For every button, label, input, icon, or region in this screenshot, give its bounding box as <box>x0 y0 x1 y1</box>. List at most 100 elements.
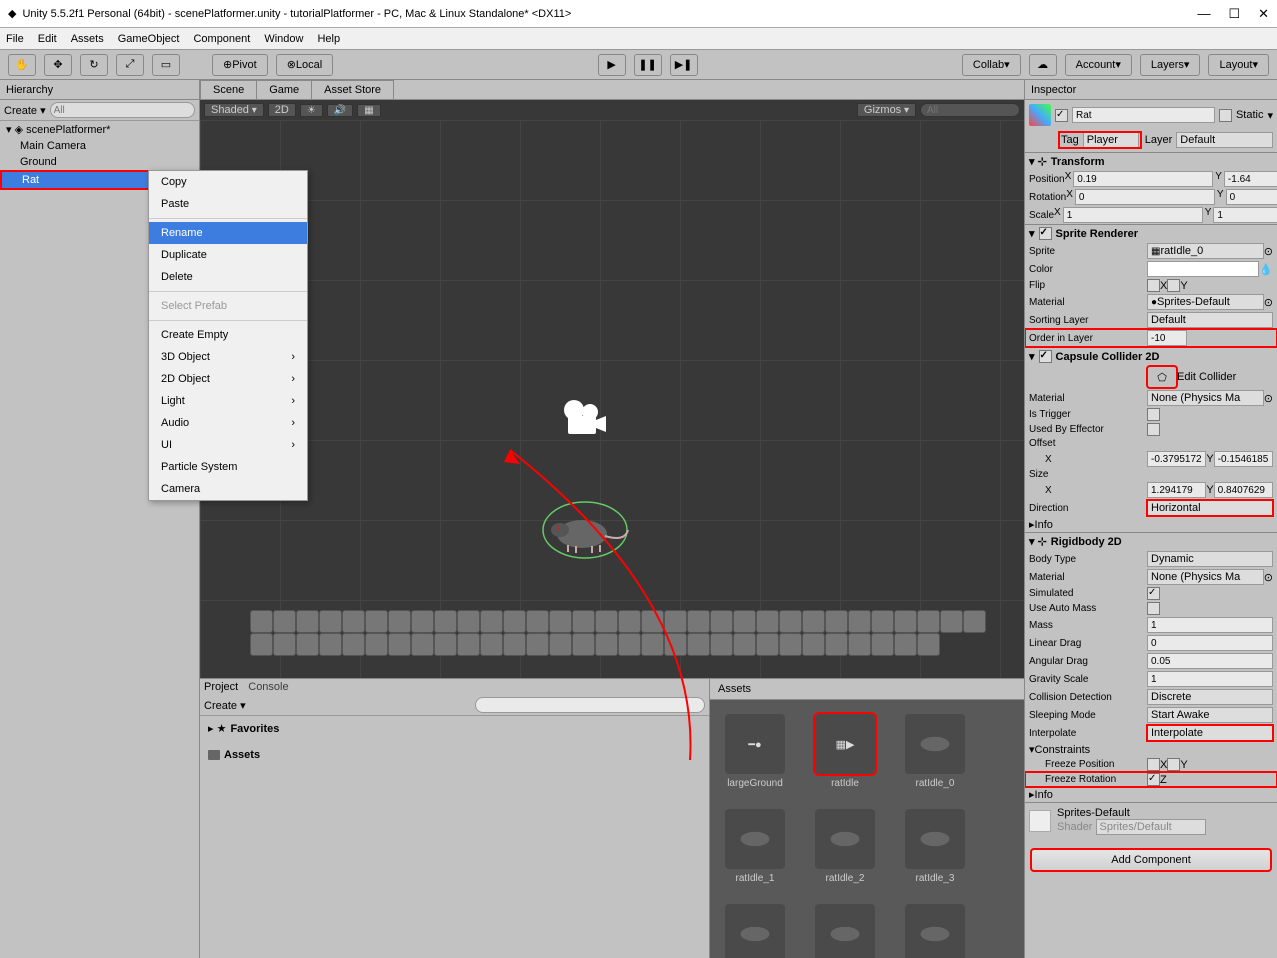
cm-paste[interactable]: Paste <box>149 193 307 215</box>
rotation-x[interactable] <box>1075 189 1215 205</box>
gizmos-dropdown[interactable]: Gizmos ▾ <box>857 103 916 117</box>
cm-2dobject[interactable]: 2D Object <box>149 368 307 390</box>
freeze-pos-x[interactable] <box>1147 758 1160 771</box>
size-x[interactable] <box>1147 482 1206 498</box>
create-dropdown[interactable]: Create ▾ <box>4 104 46 117</box>
effector-checkbox[interactable] <box>1147 423 1160 436</box>
asset-ratidle-0[interactable]: ratIdle_0 <box>900 714 970 789</box>
menu-help[interactable]: Help <box>317 33 340 45</box>
rat-sprite[interactable] <box>540 500 630 560</box>
scene-viewport[interactable] <box>200 120 1024 678</box>
gravity-field[interactable] <box>1147 671 1273 687</box>
assetstore-tab[interactable]: Asset Store <box>311 80 394 99</box>
hierarchy-search[interactable] <box>50 102 195 118</box>
asset-ratidle-2[interactable]: ratIdle_2 <box>810 809 880 884</box>
sr-enable[interactable] <box>1039 227 1052 240</box>
move-tool[interactable]: ✥ <box>44 54 72 76</box>
sprite-field[interactable]: ▦ratIdle_0 <box>1147 243 1264 259</box>
collab-dropdown[interactable]: Collab ▾ <box>962 54 1021 76</box>
cm-camera[interactable]: Camera <box>149 478 307 500</box>
game-tab[interactable]: Game <box>256 80 312 99</box>
cm-rename[interactable]: Rename <box>149 222 307 244</box>
cc-enable[interactable] <box>1039 350 1052 363</box>
scale-tool[interactable]: ⤢ <box>116 54 144 76</box>
collider-info[interactable]: Info <box>1035 519 1053 531</box>
istrigger-checkbox[interactable] <box>1147 408 1160 421</box>
hierarchy-item-ground[interactable]: Ground <box>0 154 199 170</box>
menu-edit[interactable]: Edit <box>38 33 57 45</box>
interpolate-dropdown[interactable]: Interpolate <box>1147 725 1273 741</box>
hierarchy-item-camera[interactable]: Main Camera <box>0 138 199 154</box>
static-checkbox[interactable] <box>1219 109 1232 122</box>
asset-ratidle-6[interactable]: ratIdle_6 <box>900 904 970 958</box>
cloud-button[interactable]: ☁ <box>1029 54 1057 76</box>
asset-ratidle-5[interactable]: ratIdle_5 <box>810 904 880 958</box>
cm-duplicate[interactable]: Duplicate <box>149 244 307 266</box>
material-field[interactable]: ●Sprites-Default <box>1147 294 1264 310</box>
cm-3dobject[interactable]: 3D Object <box>149 346 307 368</box>
inspector-tab[interactable]: Inspector <box>1031 84 1076 96</box>
asset-ratidle-1[interactable]: ratIdle_1 <box>720 809 790 884</box>
asset-ratidle-4[interactable]: ratIdle_4 <box>720 904 790 958</box>
close-button[interactable]: ✕ <box>1258 6 1269 22</box>
mass-field[interactable] <box>1147 617 1273 633</box>
cm-light[interactable]: Light <box>149 390 307 412</box>
position-y[interactable] <box>1224 171 1277 187</box>
hierarchy-tab[interactable]: Hierarchy <box>6 84 53 96</box>
menu-assets[interactable]: Assets <box>71 33 104 45</box>
project-search[interactable] <box>475 697 705 713</box>
flip-y[interactable] <box>1167 279 1180 292</box>
shaded-dropdown[interactable]: Shaded ▾ <box>204 103 264 117</box>
assets-folder[interactable]: Assets <box>204 747 705 763</box>
cm-copy[interactable]: Copy <box>149 171 307 193</box>
play-button[interactable]: ▶ <box>598 54 626 76</box>
bodytype-dropdown[interactable]: Dynamic <box>1147 551 1273 567</box>
shader-dropdown[interactable]: Sprites/Default <box>1096 819 1206 835</box>
camera-gizmo-icon[interactable] <box>560 400 610 444</box>
project-tab[interactable]: Project <box>204 681 238 693</box>
pivot-toggle[interactable]: ⊕ Pivot <box>212 54 268 76</box>
freeze-pos-y[interactable] <box>1167 758 1180 771</box>
collider-material[interactable]: None (Physics Ma <box>1147 390 1264 406</box>
size-y[interactable] <box>1214 482 1273 498</box>
light-toggle[interactable]: ☀ <box>300 104 323 117</box>
scene-root[interactable]: ▾ ◈ scenePlatformer* <box>0 121 199 138</box>
scale-x[interactable] <box>1063 207 1203 223</box>
flip-x[interactable] <box>1147 279 1160 292</box>
asset-largeground[interactable]: ━●largeGround <box>720 714 790 789</box>
account-dropdown[interactable]: Account ▾ <box>1065 54 1132 76</box>
layout-dropdown[interactable]: Layout ▾ <box>1208 54 1269 76</box>
rotation-y[interactable] <box>1226 189 1277 205</box>
automass-checkbox[interactable] <box>1147 602 1160 615</box>
hand-tool[interactable]: ✋ <box>8 54 36 76</box>
color-field[interactable] <box>1147 261 1259 277</box>
simulated-checkbox[interactable] <box>1147 587 1160 600</box>
favorites-folder[interactable]: ▸ ★ Favorites <box>204 720 705 737</box>
spriterenderer-header[interactable]: Sprite Renderer <box>1056 228 1139 240</box>
freeze-rot-z[interactable] <box>1147 773 1160 786</box>
minimize-button[interactable]: — <box>1197 6 1210 22</box>
asset-ratidle-3[interactable]: ratIdle_3 <box>900 809 970 884</box>
cm-delete[interactable]: Delete <box>149 266 307 288</box>
cm-audio[interactable]: Audio <box>149 412 307 434</box>
rb-material[interactable]: None (Physics Ma <box>1147 569 1264 585</box>
capsule-header[interactable]: Capsule Collider 2D <box>1056 351 1160 363</box>
rect-tool[interactable]: ▭ <box>152 54 180 76</box>
rb-info[interactable]: Info <box>1035 789 1053 801</box>
angulardrag-field[interactable] <box>1147 653 1273 669</box>
object-name-field[interactable] <box>1072 107 1215 123</box>
project-create[interactable]: Create ▾ <box>204 699 246 712</box>
scene-tab[interactable]: Scene <box>200 80 257 99</box>
cm-particlesystem[interactable]: Particle System <box>149 456 307 478</box>
menu-gameobject[interactable]: GameObject <box>118 33 180 45</box>
scale-y[interactable] <box>1213 207 1277 223</box>
orderinlayer-field[interactable] <box>1147 330 1187 346</box>
menu-file[interactable]: File <box>6 33 24 45</box>
pause-button[interactable]: ❚❚ <box>634 54 662 76</box>
step-button[interactable]: ▶❚ <box>670 54 698 76</box>
lineardrag-field[interactable] <box>1147 635 1273 651</box>
collision-dropdown[interactable]: Discrete <box>1147 689 1273 705</box>
scene-search[interactable] <box>920 103 1020 117</box>
add-component-button[interactable]: Add Component <box>1031 849 1271 871</box>
cm-createempty[interactable]: Create Empty <box>149 324 307 346</box>
